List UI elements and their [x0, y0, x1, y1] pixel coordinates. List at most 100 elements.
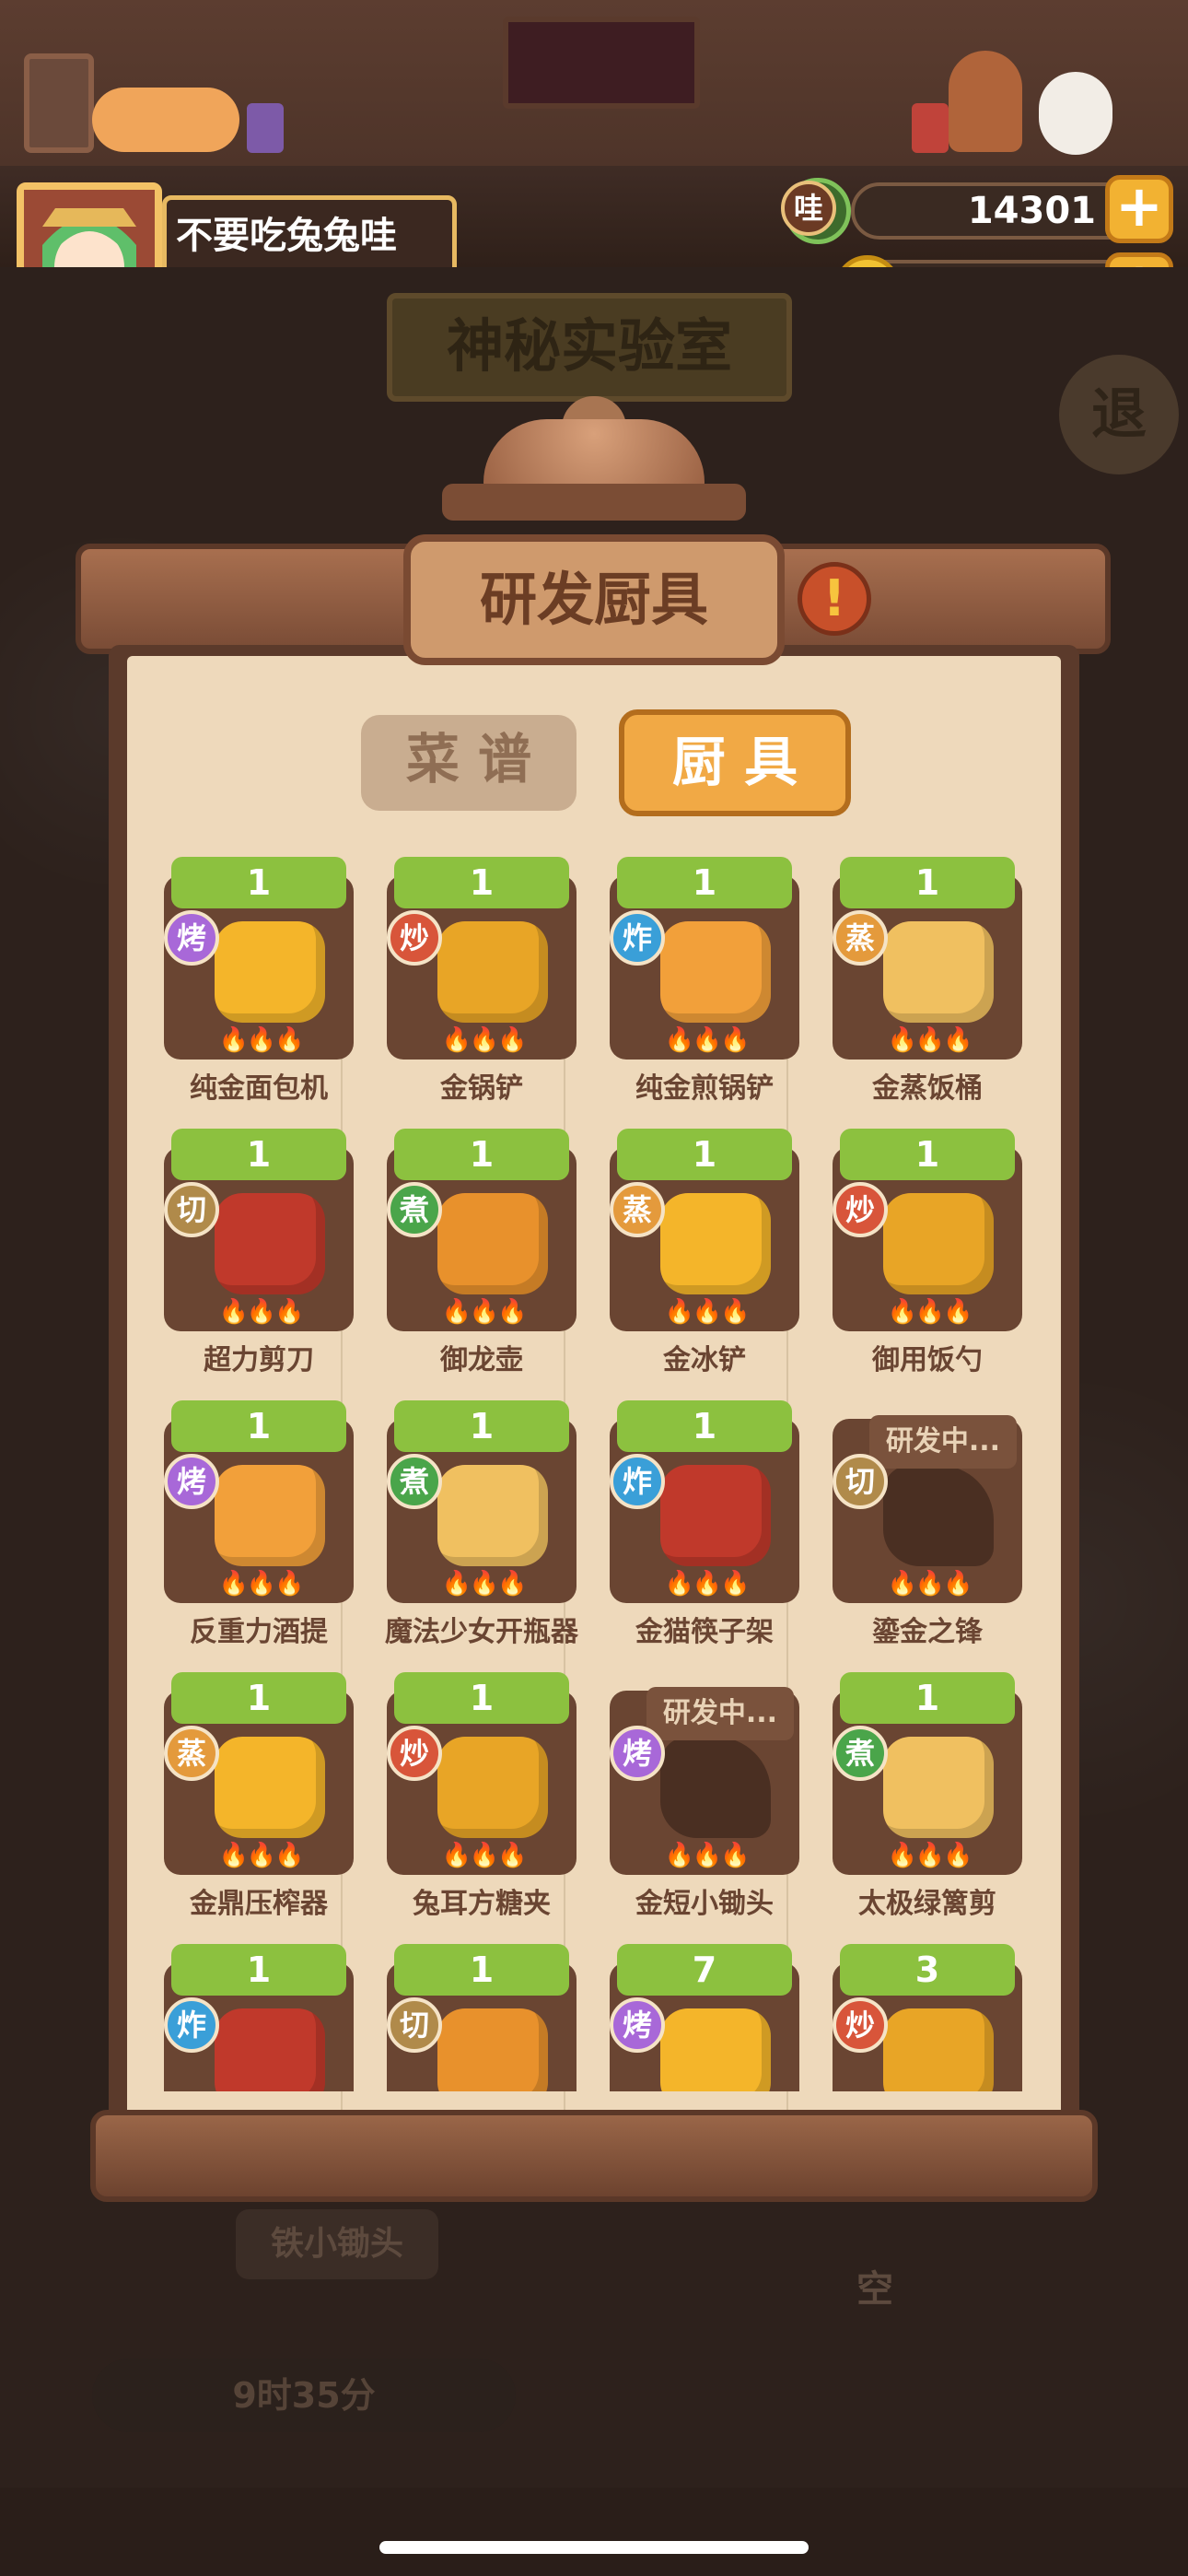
info-alert-button[interactable]: ! [798, 562, 871, 636]
level-badge: 1 [394, 1129, 569, 1180]
level-badge: 1 [171, 857, 346, 908]
juicer-icon [215, 1737, 325, 1838]
white-cat-icon [1039, 72, 1112, 155]
tool-card[interactable]: 研发中... 切 🔥🔥🔥 鎏金之锋 [833, 1400, 1022, 1648]
tool-card[interactable]: 1 煮 🔥🔥🔥 御龙壶 [387, 1129, 577, 1376]
cooking-type-badge: 蒸 [833, 910, 888, 966]
gems-value: 14301 [967, 190, 1096, 232]
cooking-type-badge: 炒 [387, 1726, 442, 1781]
panel-title: 研发厨具 [403, 534, 785, 665]
tool-card[interactable]: 1 蒸 🔥🔥🔥 金蒸饭桶 [833, 857, 1022, 1105]
tool-card[interactable]: 3炒🔥🔥🔥 [833, 1944, 1022, 2091]
cooking-type-badge: 煮 [387, 1182, 442, 1237]
level-badge: 1 [840, 1129, 1015, 1180]
girl-character-icon [949, 51, 1022, 152]
tool-card[interactable]: 1 炸 🔥🔥🔥 金猫筷子架 [610, 1400, 799, 1648]
level-badge: 1 [394, 1672, 569, 1724]
rice-steamer-icon [883, 921, 994, 1023]
level-badge: 1 [171, 1672, 346, 1724]
blade-silhouette-icon [883, 1465, 994, 1566]
flame-rating-icon: 🔥🔥🔥 [664, 1842, 750, 1869]
bread-bag-icon [660, 2008, 771, 2091]
tool-card[interactable]: 1 蒸 🔥🔥🔥 金冰铲 [610, 1129, 799, 1376]
cooking-type-badge: 蒸 [164, 1726, 219, 1781]
bottle-opener-icon [437, 1465, 548, 1566]
wine-dipper-icon [215, 1465, 325, 1566]
flame-rating-icon: 🔥🔥🔥 [441, 1842, 527, 1869]
sleeping-cat-icon [92, 88, 239, 152]
flame-rating-icon: 🔥🔥🔥 [218, 1570, 304, 1598]
spatula-icon [437, 921, 548, 1023]
tool-grid: 1 烤 🔥🔥🔥 纯金面包机 1 炒 🔥🔥🔥 金锅铲 1 炸 🔥🔥🔥 纯金煎锅铲 1 蒸 🔥🔥🔥 金蒸饭桶 1 切 🔥… [127, 656, 1061, 2091]
tool-card[interactable]: 1 煮 🔥🔥🔥 魔法少女开瓶器 [385, 1400, 578, 1648]
flame-rating-icon: 🔥🔥🔥 [441, 1298, 527, 1326]
scissors-icon [215, 1193, 325, 1294]
tab-tools[interactable]: 厨 具 [619, 709, 851, 816]
cooking-type-badge: 炒 [833, 1997, 888, 2053]
tool-name: 金冰铲 [663, 1344, 746, 1376]
cooking-type-badge: 烤 [164, 910, 219, 966]
flame-rating-icon: 🔥🔥🔥 [887, 1570, 973, 1598]
tool-name: 超力剪刀 [204, 1344, 314, 1376]
cooking-type-badge: 炸 [610, 910, 665, 966]
level-badge: 1 [171, 1944, 346, 1996]
level-badge: 1 [617, 1400, 792, 1452]
tool-name: 金鼎压榨器 [190, 1888, 328, 1920]
cooking-type-badge: 煮 [387, 1454, 442, 1509]
lab-sign: 神秘实验室 [387, 293, 792, 402]
tool-card[interactable]: 研发中... 烤 🔥🔥🔥 金短小锄头 [610, 1672, 799, 1920]
panel-bottom-beam [90, 2110, 1098, 2202]
top-decoration [0, 0, 1188, 173]
red-jar-icon [912, 103, 949, 153]
tool-card[interactable]: 1 煮 🔥🔥🔥 太极绿篱剪 [833, 1672, 1022, 1920]
tool-card[interactable]: 1炸🔥🔥🔥 [164, 1944, 354, 2091]
grater-icon [437, 2008, 548, 2091]
tool-card[interactable]: 1 炸 🔥🔥🔥 纯金煎锅铲 [610, 857, 799, 1105]
level-badge: 1 [840, 857, 1015, 908]
add-gems-button[interactable]: + [1105, 175, 1173, 243]
player-name: 不要吃兔兔哇 [162, 195, 457, 276]
cooking-type-badge: 烤 [610, 1726, 665, 1781]
tool-card[interactable]: 1切🔥🔥🔥 [387, 1944, 577, 2091]
toaster-icon [215, 921, 325, 1023]
tool-card[interactable]: 1 炒 🔥🔥🔥 兔耳方糖夹 [387, 1672, 577, 1920]
tool-card[interactable]: 1 切 🔥🔥🔥 超力剪刀 [164, 1129, 354, 1376]
tool-card[interactable]: 1 炒 🔥🔥🔥 金锅铲 [387, 857, 577, 1105]
cooking-type-badge: 烤 [164, 1454, 219, 1509]
tool-card[interactable]: 7烤🔥🔥🔥 [610, 1944, 799, 2091]
level-badge: 1 [394, 1400, 569, 1452]
purple-jar-icon [247, 103, 284, 153]
tool-card[interactable]: 1 烤 🔥🔥🔥 反重力酒提 [164, 1400, 354, 1648]
developing-tag: 研发中... [869, 1415, 1017, 1469]
tool-name: 御龙壶 [440, 1344, 523, 1376]
cooking-type-badge: 切 [164, 1182, 219, 1237]
bottom-bar [0, 2488, 1188, 2576]
level-badge: 1 [394, 1944, 569, 1996]
flame-rating-icon: 🔥🔥🔥 [887, 1842, 973, 1869]
tool-name: 兔耳方糖夹 [413, 1888, 551, 1920]
cooking-type-badge: 炒 [387, 910, 442, 966]
flame-rating-icon: 🔥🔥🔥 [218, 1298, 304, 1326]
timer-display: 9时35分 [92, 2359, 516, 2432]
tool-card[interactable]: 1 炒 🔥🔥🔥 御用饭勺 [833, 1129, 1022, 1376]
home-indicator[interactable] [379, 2541, 809, 2554]
level-badge: 1 [394, 857, 569, 908]
level-badge: 1 [171, 1400, 346, 1452]
bottle-icon [215, 2008, 325, 2091]
cooking-type-badge: 炒 [833, 1182, 888, 1237]
level-badge: 1 [617, 857, 792, 908]
tool-name: 金猫筷子架 [635, 1616, 774, 1648]
tool-card[interactable]: 1 蒸 🔥🔥🔥 金鼎压榨器 [164, 1672, 354, 1920]
station-label: 铁小锄头 [236, 2209, 438, 2279]
hoe-silhouette-icon [660, 1737, 771, 1838]
tab-recipes[interactable]: 菜 谱 [361, 715, 577, 811]
character-portrait-icon [503, 17, 700, 109]
exit-button[interactable]: 退 [1059, 355, 1179, 474]
flame-rating-icon: 🔥🔥🔥 [218, 1026, 304, 1054]
flame-rating-icon: 🔥🔥🔥 [664, 1298, 750, 1326]
tool-name: 御用饭勺 [872, 1344, 983, 1376]
flame-rating-icon: 🔥🔥🔥 [887, 1026, 973, 1054]
tool-name: 鎏金之锋 [872, 1616, 983, 1648]
tool-card[interactable]: 1 烤 🔥🔥🔥 纯金面包机 [164, 857, 354, 1105]
pot-lid-icon [483, 419, 705, 493]
